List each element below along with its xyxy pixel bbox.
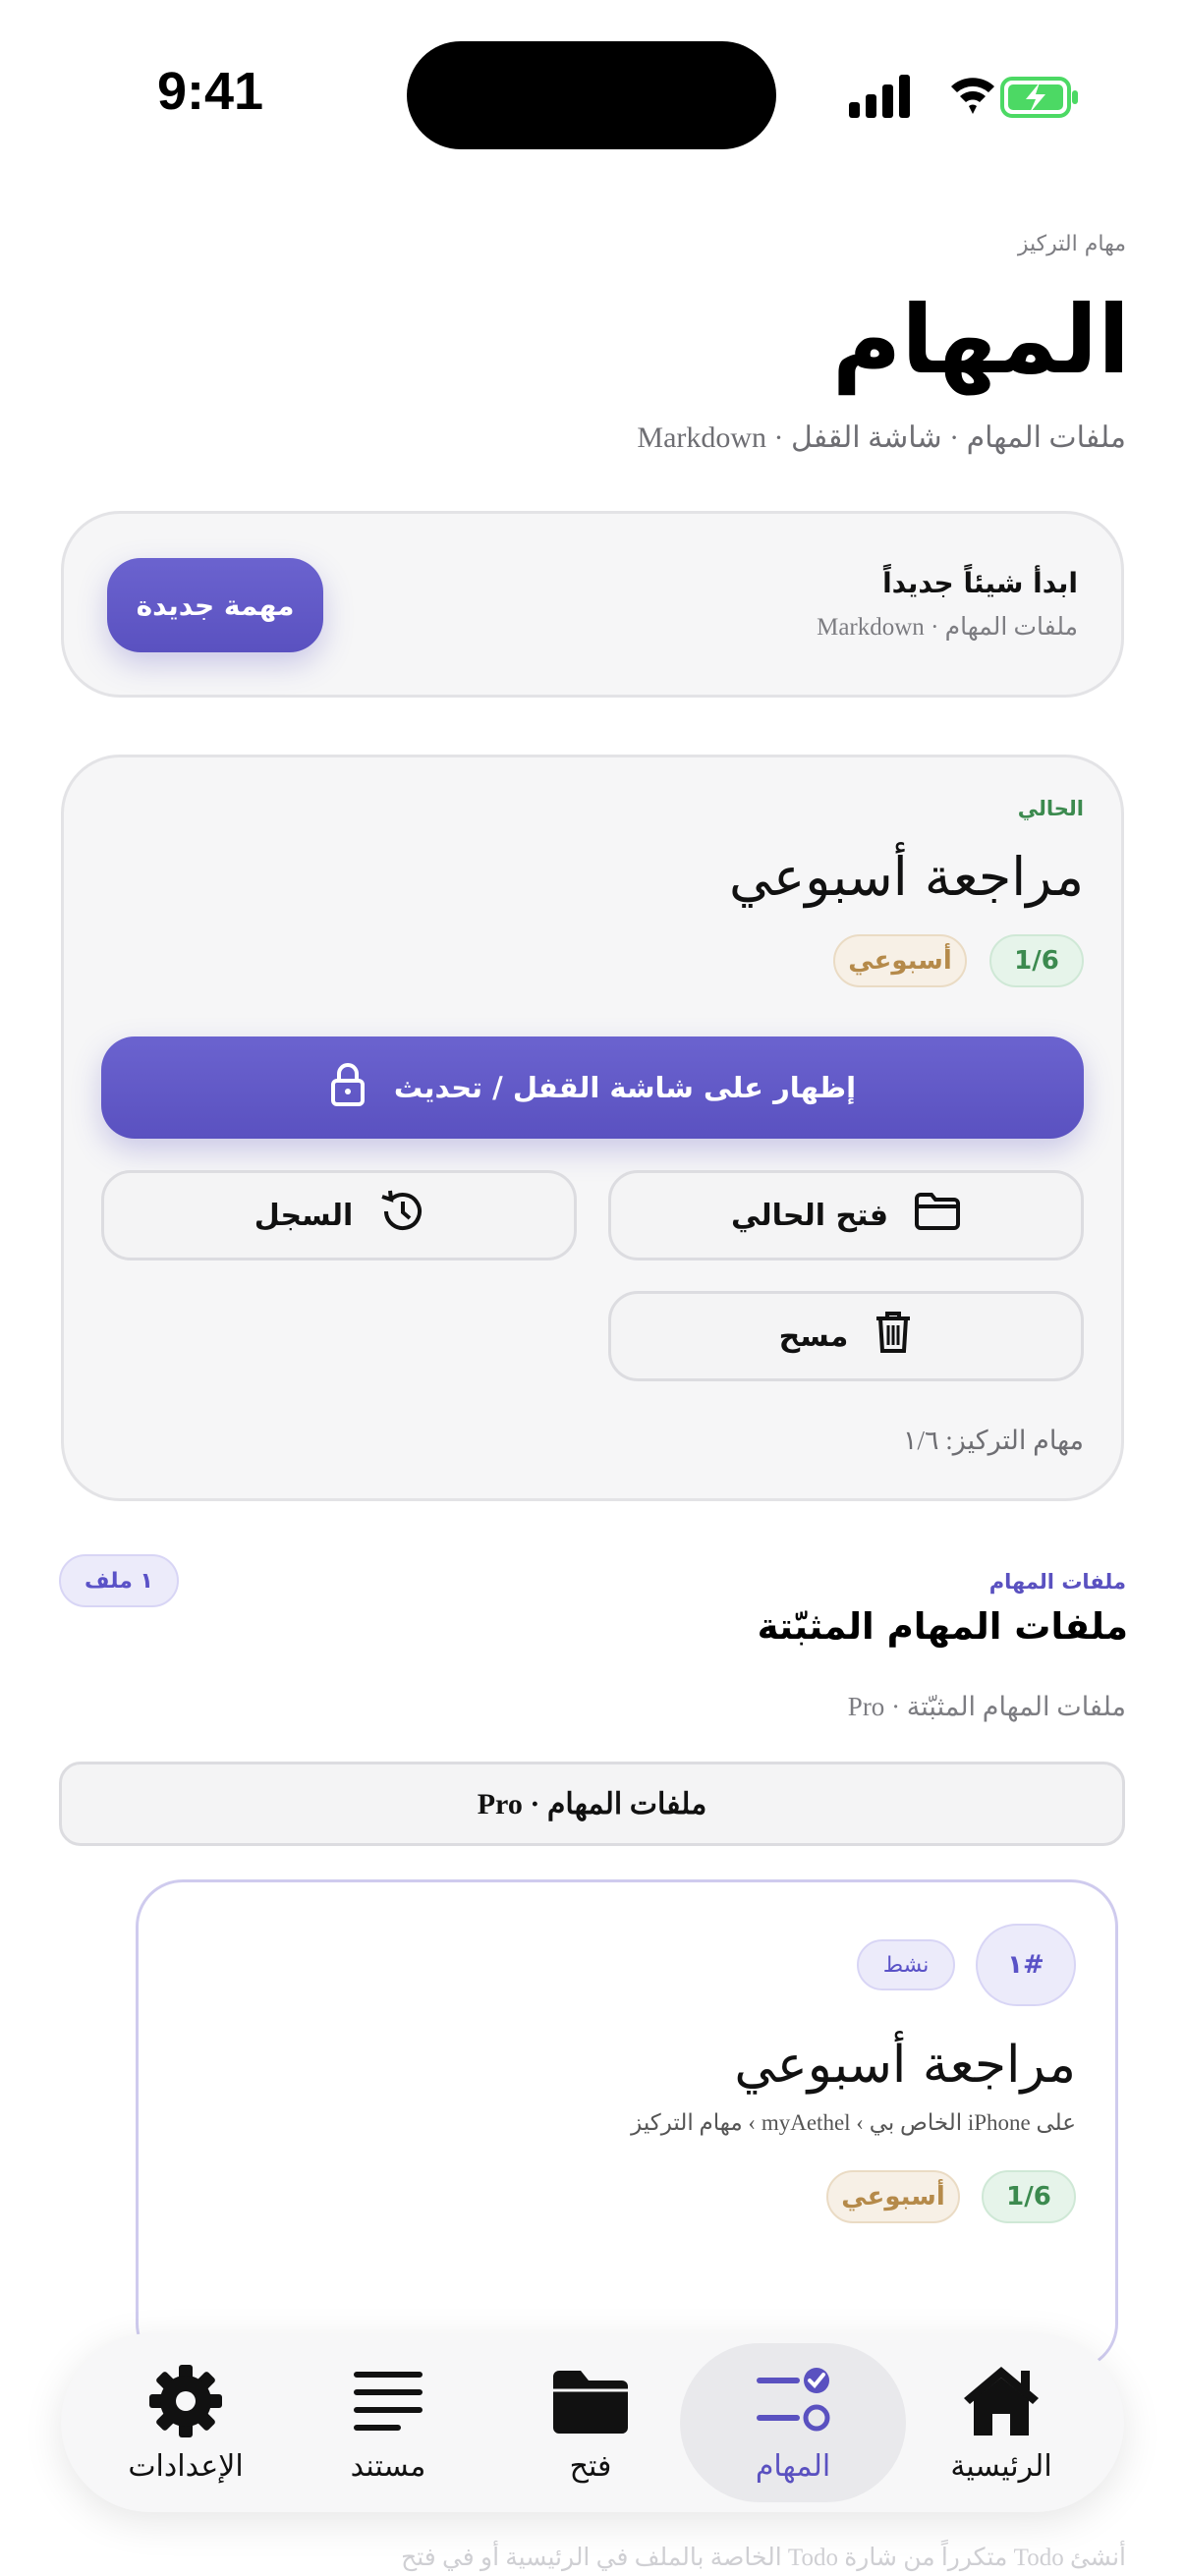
tab-tasks-label: المهام xyxy=(755,2448,831,2484)
open-current-label: فتح الحالي xyxy=(731,1198,889,1233)
tab-home-label: الرئيسية xyxy=(950,2448,1052,2484)
new-task-card: ابدأ شيئاً جديداً ملفات المهام · Markdow… xyxy=(61,511,1124,698)
wifi-icon xyxy=(951,78,994,114)
tab-settings-label: الإعدادات xyxy=(128,2448,244,2484)
clear-button[interactable]: مسح xyxy=(608,1291,1084,1381)
current-task-title: مراجعة أسبوعي xyxy=(729,846,1084,908)
home-icon xyxy=(960,2363,1043,2443)
header-eyebrow: مهام التركيز xyxy=(1017,232,1126,256)
focus-progress-text: مهام التركيز: ١/٦ xyxy=(902,1426,1084,1455)
faded-hint-text: أنشئ Todo متكرراً من شارة Todo الخاصة با… xyxy=(401,2545,1126,2571)
folder-icon xyxy=(549,2363,632,2443)
lock-button-label: إظهار على شاشة القفل / تحديث xyxy=(393,1071,857,1104)
tab-home[interactable]: الرئيسية xyxy=(888,2343,1114,2502)
pinned-task-path: على iPhone الخاص بي › myAethel › مهام ال… xyxy=(631,2110,1076,2135)
history-button[interactable]: السجل xyxy=(101,1170,577,1260)
pinned-task-title: مراجعة أسبوعي xyxy=(734,2036,1076,2095)
gear-icon xyxy=(144,2363,227,2443)
dynamic-island xyxy=(407,41,776,149)
status-icons xyxy=(845,69,1081,124)
file-count-badge: ١ ملف xyxy=(59,1554,179,1607)
lock-screen-button[interactable]: إظهار على شاشة القفل / تحديث xyxy=(101,1036,1084,1139)
current-tag: الحالي xyxy=(1017,797,1084,820)
tab-document-label: مستند xyxy=(350,2448,426,2484)
pinned-subtitle: ملفات المهام المثبّتة · Pro xyxy=(847,1692,1126,1721)
tab-open[interactable]: فتح xyxy=(478,2343,704,2502)
history-label: السجل xyxy=(254,1198,354,1233)
pinned-title: ملفات المهام المثبّتة xyxy=(757,1605,1128,1648)
document-icon xyxy=(347,2363,429,2443)
bottom-tab-bar: الرئيسية المهام فتح مستند الإعدادات xyxy=(61,2333,1124,2512)
battery-icon xyxy=(1000,77,1078,118)
status-time: 9:41 xyxy=(157,62,264,121)
page-title: المهام xyxy=(831,285,1130,395)
lock-icon xyxy=(329,1061,367,1115)
new-task-button[interactable]: مهمة جديدة xyxy=(107,558,323,652)
header-subtitle: ملفات المهام · شاشة القفل · Markdown xyxy=(637,421,1126,454)
current-task-card: الحالي مراجعة أسبوعي 1/6 أسبوعي إظهار عل… xyxy=(61,755,1124,1501)
pinned-progress-badge: 1/6 xyxy=(982,2170,1076,2223)
pinned-pro-button[interactable]: ملفات المهام · Pro xyxy=(59,1762,1125,1846)
trash-icon xyxy=(874,1310,913,1363)
history-icon xyxy=(378,1189,423,1242)
tab-settings[interactable]: الإعدادات xyxy=(73,2343,299,2502)
tasks-icon xyxy=(752,2363,834,2443)
tab-document[interactable]: مستند xyxy=(275,2343,501,2502)
clear-label: مسح xyxy=(778,1318,849,1354)
tab-open-label: فتح xyxy=(569,2448,612,2484)
progress-badge: 1/6 xyxy=(989,934,1084,987)
pinned-task-card[interactable]: #١ نشط مراجعة أسبوعي على iPhone الخاص بي… xyxy=(136,1879,1118,2371)
tab-tasks[interactable]: المهام xyxy=(680,2343,906,2502)
pinned-index-badge: #١ xyxy=(976,1924,1076,2006)
pinned-eyebrow: ملفات المهام xyxy=(988,1570,1126,1594)
new-card-title: ابدأ شيئاً جديداً xyxy=(882,567,1078,599)
signal-icon xyxy=(849,75,910,118)
folder-open-icon xyxy=(914,1192,961,1239)
new-card-subtitle: ملفات المهام · Markdown xyxy=(817,614,1078,641)
pinned-status-badge: نشط xyxy=(857,1939,955,1990)
period-badge: أسبوعي xyxy=(833,934,967,987)
open-current-button[interactable]: فتح الحالي xyxy=(608,1170,1084,1260)
pinned-period-badge: أسبوعي xyxy=(826,2170,960,2223)
